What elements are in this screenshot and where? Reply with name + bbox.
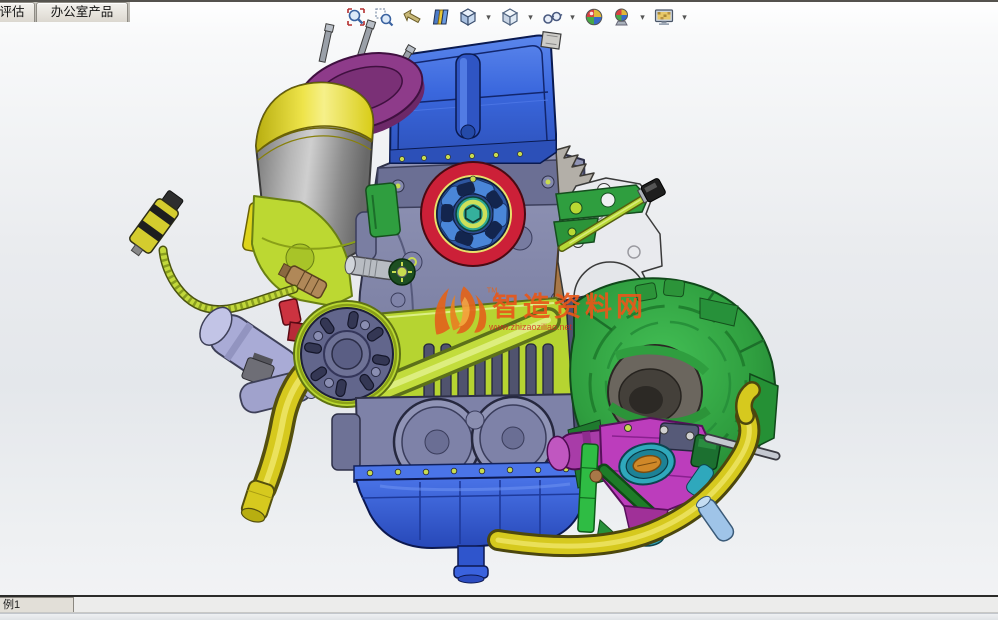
hide-show-items-icon	[541, 6, 563, 28]
hide-show-items-button[interactable]	[540, 6, 563, 29]
display-style-button[interactable]	[498, 6, 521, 29]
previous-view-icon	[401, 6, 423, 28]
zoom-to-area-button[interactable]	[372, 6, 395, 29]
previous-view-button[interactable]	[400, 6, 423, 29]
zoom-to-fit-button[interactable]	[344, 6, 367, 29]
apply-scene-icon	[611, 6, 633, 28]
display-style-icon	[499, 6, 521, 28]
status-bar	[0, 613, 998, 620]
section-view-button[interactable]	[428, 6, 451, 29]
watermark-url: www.zhizaoziliao.net	[488, 322, 573, 332]
oil-pan[interactable]	[354, 462, 588, 583]
view-orientation-icon	[457, 6, 479, 28]
view-settings-button[interactable]	[652, 6, 675, 29]
apply-scene-button[interactable]	[610, 6, 633, 29]
section-view-icon	[429, 6, 451, 28]
dropdown-caret[interactable]: ▾	[526, 6, 535, 29]
dropdown-caret[interactable]: ▾	[568, 6, 577, 29]
tab-office-products[interactable]: 办公室产品	[36, 2, 128, 22]
view-settings-icon	[653, 6, 675, 28]
edit-appearance-icon	[583, 6, 605, 28]
zoom-to-area-icon	[373, 6, 395, 28]
view-heads-up-toolbar: ▾ ▾ ▾ ▾	[344, 5, 689, 29]
solidworks-window: TM 智造资料网 www.zhizaoziliao.net 评估 办公室产品	[0, 0, 998, 620]
top-border	[0, 0, 998, 2]
watermark-brand: 智造资料网	[492, 292, 647, 322]
flywheel-rotor[interactable]	[421, 162, 525, 266]
zoom-to-fit-icon	[345, 6, 367, 28]
study-tab-strip	[0, 597, 998, 613]
dropdown-caret[interactable]: ▾	[484, 6, 493, 29]
motion-study-tab[interactable]: 例1	[0, 597, 74, 612]
dropdown-caret[interactable]: ▾	[638, 6, 647, 29]
view-orientation-button[interactable]	[456, 6, 479, 29]
cover-fitting	[541, 32, 561, 49]
graphics-viewport[interactable]: TM 智造资料网 www.zhizaoziliao.net	[0, 0, 998, 620]
edit-appearance-button[interactable]	[582, 6, 605, 29]
cable-connector[interactable]	[124, 188, 187, 261]
dropdown-caret[interactable]: ▾	[680, 6, 689, 29]
tab-evaluate[interactable]: 评估	[0, 2, 35, 22]
